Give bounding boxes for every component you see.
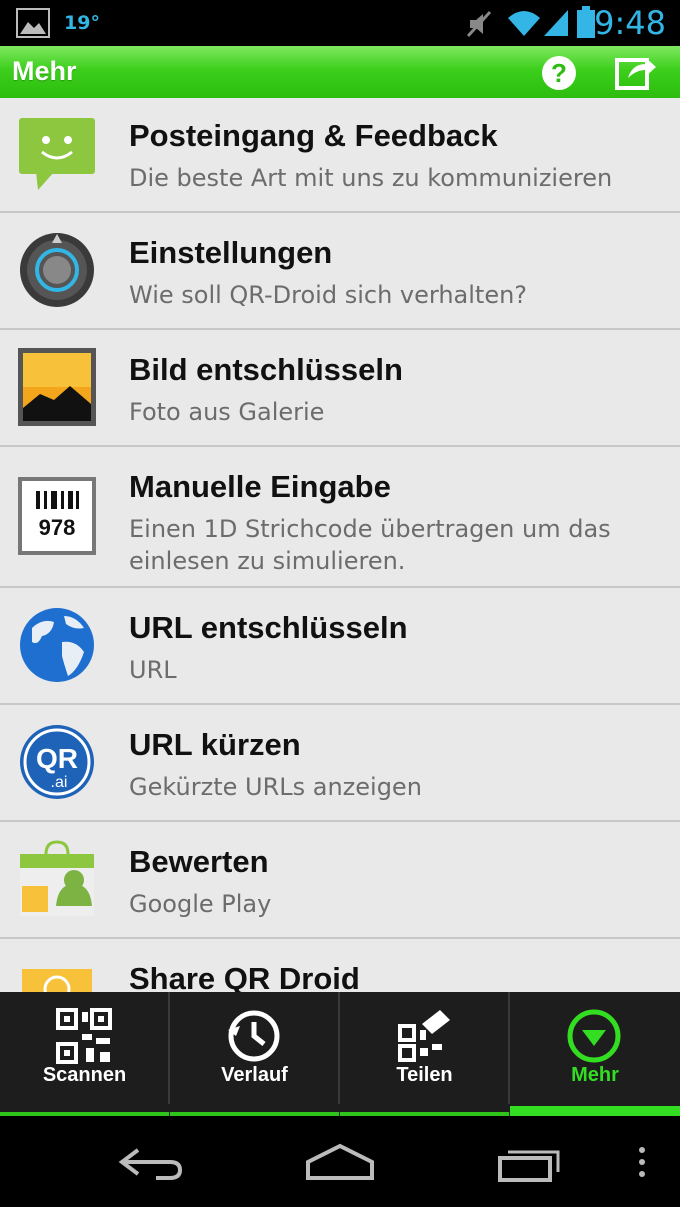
overflow-menu-icon[interactable] <box>636 1144 648 1184</box>
home-icon[interactable] <box>304 1142 376 1182</box>
logo-text-ai: .ai <box>51 774 68 791</box>
item-subtitle: Foto aus Galerie <box>129 398 325 426</box>
temperature-text: 19° <box>64 12 100 34</box>
page-title: Mehr <box>12 56 77 86</box>
item-title: Manuelle Eingabe <box>129 469 391 504</box>
list-item-manual-entry[interactable]: 978 Manuelle Eingabe Einen 1D Strichcode… <box>0 447 680 588</box>
item-title: Bewerten <box>129 844 269 879</box>
status-bar: 19° 9:48 <box>0 0 680 46</box>
item-title: Posteingang & Feedback <box>129 118 498 153</box>
qr-code-icon <box>56 1008 112 1064</box>
item-subtitle: Die beste Art mit uns zu kommunizieren <box>129 164 613 192</box>
list-item-inbox-feedback[interactable]: Posteingang & Feedback Die beste Art mit… <box>0 98 680 213</box>
bottom-tab-bar: Scannen Verlauf Teilen Mehr <box>0 992 680 1116</box>
tab-label: Scannen <box>42 1064 127 1086</box>
list-item-decode-image[interactable]: Bild entschlüsseln Foto aus Galerie <box>0 330 680 447</box>
signal-icon <box>544 10 568 36</box>
list-item-decode-url[interactable]: URL entschlüsseln URL <box>0 588 680 705</box>
share-icon[interactable] <box>614 52 658 92</box>
list-item-share-qr-droid[interactable]: Share QR Droid <box>0 939 680 992</box>
qr-edit-icon <box>398 1010 450 1062</box>
chat-bubble-icon <box>19 118 95 190</box>
tab-scan[interactable]: Scannen <box>0 992 169 1116</box>
item-subtitle: Gekürzte URLs anzeigen <box>129 773 422 801</box>
back-icon[interactable] <box>116 1144 186 1184</box>
play-store-bag-icon <box>20 840 94 916</box>
gallery-notification-icon <box>16 8 50 38</box>
item-title: Bild entschlüsseln <box>129 352 403 387</box>
svg-text:?: ? <box>551 58 567 88</box>
battery-icon <box>577 6 595 38</box>
tab-label: Mehr <box>571 1064 619 1086</box>
recent-apps-icon[interactable] <box>496 1144 566 1184</box>
list-item-rate[interactable]: Bewerten Google Play <box>0 822 680 939</box>
share-app-icon <box>22 969 92 992</box>
tab-active-indicator <box>510 1106 680 1116</box>
gallery-image-icon <box>18 348 96 426</box>
system-navigation-bar <box>0 1116 680 1207</box>
globe-icon <box>20 608 94 682</box>
item-subtitle: Einen 1D Strichcode übertragen um das ei… <box>129 515 611 575</box>
mute-icon <box>466 10 492 38</box>
settings-knob-icon <box>20 233 94 307</box>
list-item-shorten-url[interactable]: QR .ai URL kürzen Gekürzte URLs anzeigen <box>0 705 680 822</box>
item-subtitle: Google Play <box>129 890 272 918</box>
qr-ai-logo-icon: QR .ai <box>20 725 94 799</box>
list-item-settings[interactable]: Einstellungen Wie soll QR-Droid sich ver… <box>0 213 680 330</box>
item-title: Einstellungen <box>129 235 333 270</box>
clock: 9:48 <box>594 4 666 42</box>
wifi-icon <box>508 11 540 36</box>
logo-text-qr: QR <box>36 743 78 774</box>
barcode-digits: 978 <box>39 515 76 540</box>
item-subtitle: Wie soll QR-Droid sich verhalten? <box>129 281 528 309</box>
barcode-icon: 978 <box>18 477 96 555</box>
tab-label: Verlauf <box>221 1064 288 1086</box>
item-subtitle: URL <box>129 656 177 684</box>
item-title: URL kürzen <box>129 727 301 762</box>
tab-more[interactable]: Mehr <box>510 992 680 1116</box>
tab-label: Teilen <box>396 1064 453 1086</box>
item-title: URL entschlüsseln <box>129 610 408 645</box>
tab-share[interactable]: Teilen <box>340 992 509 1116</box>
more-chevron-icon <box>567 1009 621 1063</box>
item-title: Share QR Droid <box>129 961 360 992</box>
more-menu-list: Posteingang & Feedback Die beste Art mit… <box>0 98 680 992</box>
tab-history[interactable]: Verlauf <box>170 992 339 1116</box>
help-icon[interactable]: ? <box>540 54 578 92</box>
clock-history-icon <box>228 1010 280 1062</box>
action-bar: Mehr ? <box>0 46 680 98</box>
